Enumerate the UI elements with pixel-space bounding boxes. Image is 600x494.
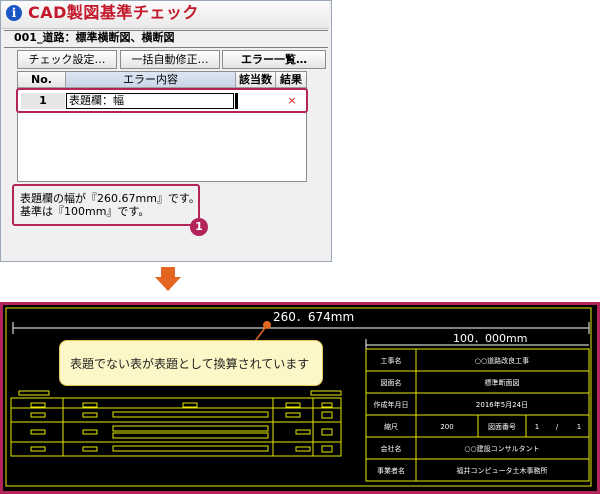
tb-value-6: 福井コンピュータ土木事務所 bbox=[457, 466, 548, 475]
tb-label-4b: 図面番号 bbox=[488, 423, 516, 431]
tb-value-1: ○○道路改良工事 bbox=[475, 356, 529, 365]
separator bbox=[4, 47, 328, 48]
annotation-badge: 1 bbox=[190, 218, 208, 236]
tb-label-2: 図面名 bbox=[381, 378, 402, 387]
column-header-content[interactable]: エラー内容 bbox=[66, 72, 236, 88]
row-highlight bbox=[16, 88, 308, 113]
column-header-no[interactable]: No. bbox=[18, 72, 66, 88]
tb-label-1: 工事名 bbox=[381, 356, 402, 365]
error-list-button[interactable]: エラー一覧… bbox=[222, 50, 326, 69]
column-header-result[interactable]: 結果 bbox=[276, 72, 306, 88]
cad-drawing: 260．674mm 100．000mm 工事名 ○○道路改良工事 図面名 標準断… bbox=[5, 307, 592, 487]
tb-label-6: 事業者名 bbox=[377, 466, 405, 475]
callout-anchor bbox=[263, 321, 271, 329]
dim-title-label: 100．000mm bbox=[453, 332, 527, 345]
dim-total-label: 260．674mm bbox=[273, 310, 354, 324]
tb-value-4b: 1 bbox=[535, 423, 539, 431]
message-line-1: 表題欄の幅が『260.67mm』です。 bbox=[20, 192, 200, 205]
tb-value-4c: 1 bbox=[577, 423, 581, 431]
window-title: CAD製図基準チェック bbox=[28, 3, 199, 22]
auto-fix-button[interactable]: 一括自動修正… bbox=[120, 50, 220, 69]
callout-box: 表題でない表が表題として換算されています bbox=[59, 340, 323, 386]
down-arrow-icon bbox=[161, 267, 175, 277]
tb-value-3: 2016年5月24日 bbox=[476, 400, 528, 409]
tb-label-3: 作成年月日 bbox=[374, 400, 409, 409]
tb-value-5: ○○建設コンサルタント bbox=[464, 444, 539, 453]
check-settings-button[interactable]: チェック設定… bbox=[17, 50, 117, 69]
tb-label-4: 縮尺 bbox=[384, 422, 398, 431]
document-name: 001_道路：標準横断図、横断図 bbox=[14, 31, 175, 44]
tb-slash: / bbox=[556, 423, 559, 431]
tb-label-5: 会社名 bbox=[381, 444, 402, 453]
tb-value-2: 標準断面図 bbox=[485, 378, 520, 387]
tb-value-4: 200 bbox=[440, 423, 453, 431]
down-arrow-head-icon bbox=[155, 277, 181, 291]
info-icon: i bbox=[6, 5, 22, 21]
column-header-count[interactable]: 該当数 bbox=[236, 72, 276, 88]
message-line-2: 基準は『100mm』です。 bbox=[20, 205, 150, 218]
